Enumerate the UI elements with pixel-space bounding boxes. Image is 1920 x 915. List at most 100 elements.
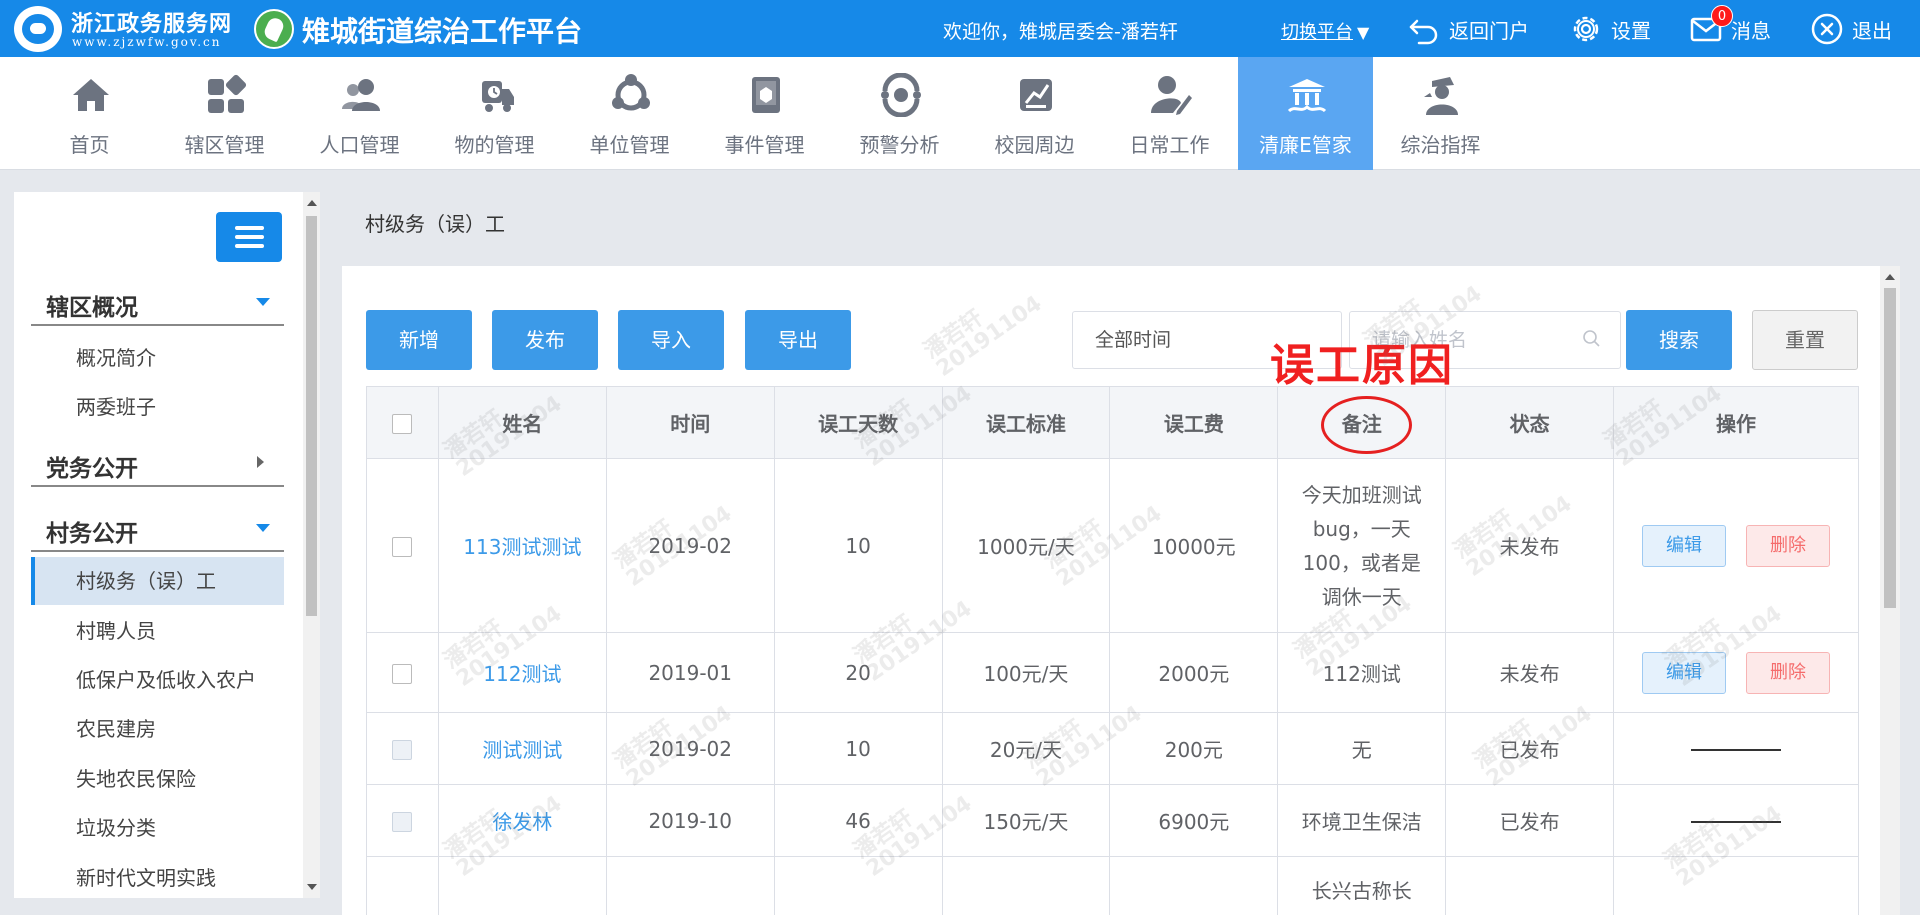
nav-label: 综治指挥 xyxy=(1400,133,1481,157)
sidebar-item-housing[interactable]: 农民建房 xyxy=(31,705,284,753)
sidebar-item-garbage[interactable]: 垃圾分类 xyxy=(31,804,284,852)
nav-clean-governance[interactable]: 清廉E管家 xyxy=(1238,57,1373,170)
logout-button[interactable]: 退出 xyxy=(1810,11,1892,47)
remark-text: 今天加班测试bug，一天100，或者是调休一天 xyxy=(1301,482,1422,609)
return-portal-button[interactable]: 返回门户 xyxy=(1407,11,1529,47)
people-icon xyxy=(342,79,380,111)
caret-down-icon: ▼ xyxy=(1357,23,1370,42)
settings-button[interactable]: 设置 xyxy=(1569,11,1651,47)
sidebar-item-overview[interactable]: 概况简介 xyxy=(31,334,284,382)
edit-button[interactable]: 编辑 xyxy=(1642,651,1727,694)
scroll-up-icon[interactable] xyxy=(307,200,317,206)
nav-label: 预警分析 xyxy=(859,133,940,157)
name-link[interactable]: 113测试测试 xyxy=(463,535,581,559)
annotation-circle xyxy=(1321,396,1412,454)
message-count-badge: 0 xyxy=(1711,5,1733,27)
actions-cell xyxy=(1613,712,1859,785)
name-link[interactable]: 测试测试 xyxy=(482,738,562,762)
nav-events[interactable]: 事件管理 xyxy=(697,57,832,170)
search-button[interactable]: 搜索 xyxy=(1626,310,1732,370)
watermark-name: 潘若轩 xyxy=(919,305,988,364)
zjzwfw-logo xyxy=(14,6,62,52)
hamburger-icon xyxy=(235,235,264,239)
table-row: 长兴古称长 xyxy=(366,856,1859,915)
export-button[interactable]: 导出 xyxy=(745,310,851,370)
no-action-dash xyxy=(1691,821,1782,823)
sidebar-item-committees[interactable]: 两委班子 xyxy=(31,383,284,431)
nav-command[interactable]: 综治指挥 xyxy=(1373,57,1508,170)
column-header: 误工标准 xyxy=(941,386,1111,459)
hamburger-icon xyxy=(235,226,264,230)
sidebar-scrollbar[interactable] xyxy=(303,192,320,898)
column-header: 误工费 xyxy=(1109,386,1279,459)
sidebar-section-jurisdiction[interactable]: 辖区概况 xyxy=(31,276,284,326)
delete-button[interactable]: 删除 xyxy=(1746,651,1831,694)
column-header: 姓名 xyxy=(437,386,607,459)
nav-warning-analysis[interactable]: 预警分析 xyxy=(832,57,967,170)
nav-home[interactable]: 首页 xyxy=(22,57,157,170)
name-cell: 测试测试 xyxy=(437,712,607,785)
row-checkbox[interactable] xyxy=(392,664,413,684)
scroll-down-icon[interactable] xyxy=(307,884,317,890)
name-link[interactable]: 徐发林 xyxy=(492,810,552,834)
row-select-cell xyxy=(366,856,439,915)
messages-button[interactable]: 0 消息 xyxy=(1689,5,1771,47)
fee-cell xyxy=(1109,856,1279,915)
standard-cell: 20元/天 xyxy=(941,712,1111,785)
nav-campus[interactable]: 校园周边 xyxy=(967,57,1102,170)
nav-population[interactable]: 人口管理 xyxy=(292,57,427,170)
name-link[interactable]: 112测试 xyxy=(483,662,561,686)
chevron-down-icon xyxy=(256,524,270,532)
nav-label: 人口管理 xyxy=(319,133,400,157)
edit-button[interactable]: 编辑 xyxy=(1642,524,1727,567)
sidebar: 辖区概况 概况简介 两委班子 党务公开 村务公开 村级务（误）工 村聘人员 低保… xyxy=(14,192,320,898)
grid-icon xyxy=(208,74,247,113)
sidebar-item-insurance[interactable]: 失地农民保险 xyxy=(31,755,284,803)
publish-button[interactable]: 发布 xyxy=(492,310,598,370)
chevron-right-icon xyxy=(257,456,264,468)
status-cell: 未发布 xyxy=(1445,458,1615,633)
select-all-checkbox[interactable] xyxy=(392,414,413,434)
fee-cell: 2000元 xyxy=(1109,632,1279,713)
sidebar-item-village-staff[interactable]: 村聘人员 xyxy=(31,607,284,655)
sidebar-item-low-income[interactable]: 低保户及低收入农户 xyxy=(31,656,284,704)
table-row: 测试测试 2019-02 10 20元/天 200元 无 已发布 xyxy=(366,712,1859,785)
scrollbar-thumb[interactable] xyxy=(1884,288,1896,608)
time-cell: 2019-02 xyxy=(605,458,775,633)
breadcrumb: 村级务（误）工 xyxy=(365,212,505,236)
nav-label: 辖区管理 xyxy=(184,133,265,157)
nav-label: 事件管理 xyxy=(724,133,805,157)
nav-jurisdiction[interactable]: 辖区管理 xyxy=(157,57,292,170)
sidebar-section-party-affairs[interactable]: 党务公开 xyxy=(31,437,284,487)
name-cell: 徐发林 xyxy=(437,784,607,857)
row-select-cell xyxy=(366,458,439,633)
import-button[interactable]: 导入 xyxy=(618,310,724,370)
name-cell: 113测试测试 xyxy=(437,458,607,633)
nav-organizations[interactable]: 单位管理 xyxy=(562,57,697,170)
scrollbar-thumb[interactable] xyxy=(306,216,317,616)
switch-platform-dropdown[interactable]: 切换平台 ▼ xyxy=(1281,18,1369,44)
remark-cell: 环境卫生保洁 xyxy=(1277,784,1447,857)
top-header: 浙江政务服务网 www.zjzwfw.gov.cn 雉城街道综治工作平台 欢迎你… xyxy=(0,0,1920,57)
sidebar-item-village-work[interactable]: 村级务（误）工 xyxy=(31,557,284,605)
nav-daily-work[interactable]: 日常工作 xyxy=(1102,57,1237,170)
column-header: 时间 xyxy=(605,386,775,459)
officer-icon xyxy=(1424,77,1458,115)
scroll-up-icon[interactable] xyxy=(1885,274,1895,280)
nav-objects[interactable]: 物的管理 xyxy=(427,57,562,170)
row-select-cell xyxy=(366,784,439,857)
table-row: 徐发林 2019-10 46 150元/天 6900元 环境卫生保洁 已发布 xyxy=(366,784,1859,857)
row-checkbox[interactable] xyxy=(392,537,413,557)
site-domain: www.zjzwfw.gov.cn xyxy=(72,35,222,49)
sidebar-item-civilization[interactable]: 新时代文明实践 xyxy=(31,854,284,898)
site-name: 浙江政务服务网 xyxy=(71,11,233,37)
menu-toggle-button[interactable] xyxy=(216,212,282,262)
add-button[interactable]: 新增 xyxy=(366,310,472,370)
content-scrollbar[interactable] xyxy=(1880,266,1900,915)
delete-button[interactable]: 删除 xyxy=(1746,524,1831,567)
sidebar-section-village-affairs[interactable]: 村务公开 xyxy=(31,502,284,552)
remark-cell: 无 xyxy=(1277,712,1447,785)
select-all-cell xyxy=(366,386,439,459)
sidebar-section-label: 辖区概况 xyxy=(46,295,138,321)
reset-button[interactable]: 重置 xyxy=(1752,310,1858,370)
